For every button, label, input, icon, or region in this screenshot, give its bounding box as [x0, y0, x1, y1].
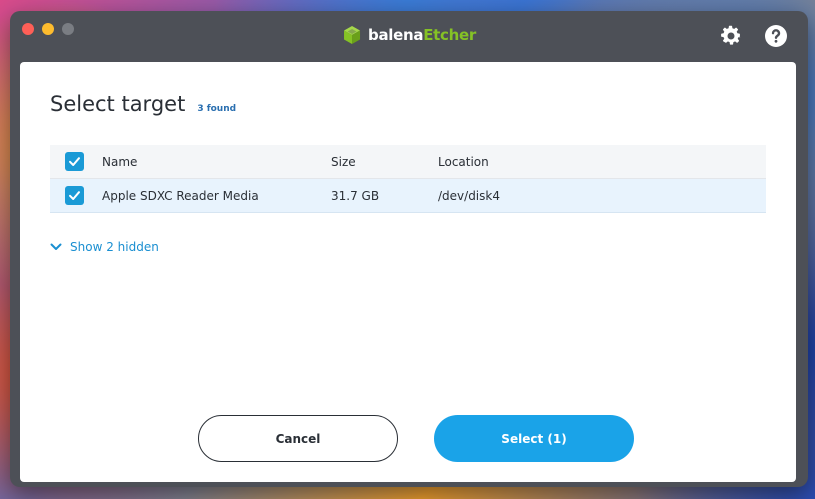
checkmark-icon: [69, 157, 80, 166]
show-hidden-toggle[interactable]: Show 2 hidden: [50, 240, 159, 254]
panel-header: Select target 3 found: [50, 92, 236, 116]
app-logo: balenaEtcher: [342, 25, 476, 45]
drive-table: Name Size Location Apple SDXC Reader Med…: [50, 145, 766, 213]
titlebar: balenaEtcher: [10, 11, 808, 62]
window-controls: [22, 23, 74, 35]
show-hidden-label: Show 2 hidden: [70, 240, 159, 254]
maximize-window-button[interactable]: [62, 23, 74, 35]
etcher-window: balenaEtcher Select target 3 found Name …: [10, 11, 808, 487]
help-button[interactable]: [763, 23, 789, 49]
minimize-window-button[interactable]: [42, 23, 54, 35]
found-count: 3 found: [197, 104, 237, 114]
cancel-button[interactable]: Cancel: [198, 415, 398, 462]
row-check-cell: [50, 186, 102, 205]
column-header-location[interactable]: Location: [438, 155, 766, 169]
select-target-panel: Select target 3 found Name Size Location: [20, 62, 796, 482]
table-row[interactable]: Apple SDXC Reader Media 31.7 GB /dev/dis…: [50, 179, 766, 213]
app-name: balenaEtcher: [368, 26, 476, 44]
column-header-size[interactable]: Size: [331, 155, 438, 169]
gear-icon: [721, 25, 741, 45]
close-window-button[interactable]: [22, 23, 34, 35]
help-icon: [765, 25, 787, 47]
settings-button[interactable]: [718, 23, 744, 49]
drive-checkbox[interactable]: [65, 186, 84, 205]
brand-suffix: Etcher: [423, 26, 476, 44]
page-title: Select target: [50, 92, 186, 116]
chevron-down-icon: [50, 243, 62, 250]
column-header-name[interactable]: Name: [102, 155, 331, 169]
drive-location: /dev/disk4: [438, 188, 500, 203]
select-button[interactable]: Select (1): [434, 415, 634, 462]
drive-name: Apple SDXC Reader Media: [102, 188, 259, 203]
brand-prefix: balena: [368, 26, 424, 44]
select-all-cell: [50, 152, 102, 171]
balena-cube-icon: [344, 26, 361, 44]
select-all-checkbox[interactable]: [65, 152, 84, 171]
checkmark-icon: [69, 191, 80, 200]
drive-size: 31.7 GB: [331, 188, 380, 203]
table-header-row: Name Size Location: [50, 145, 766, 179]
